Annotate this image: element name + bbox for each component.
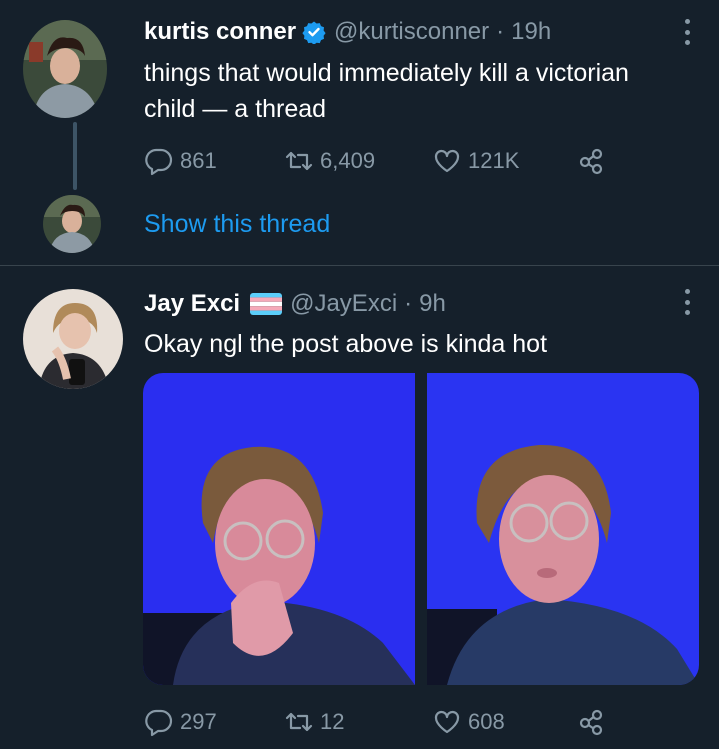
- tweet-divider: [0, 265, 719, 266]
- more-dots-icon[interactable]: [683, 19, 691, 45]
- more-dots-icon[interactable]: [683, 289, 691, 315]
- timestamp[interactable]: 9h: [419, 290, 446, 318]
- heart-icon: [434, 710, 460, 734]
- tweet-text: Okay ngl the post above is kinda hot: [144, 330, 548, 358]
- user-handle[interactable]: @kurtisconner: [334, 18, 489, 46]
- separator-dot: ·: [404, 290, 413, 317]
- timeline: kurtis conner @kurtisconner · 19h things…: [0, 0, 719, 749]
- share-button[interactable]: [576, 707, 606, 737]
- thread-connector-line: [73, 122, 77, 190]
- retweet-count: 12: [320, 709, 345, 734]
- media-photo-1[interactable]: [143, 373, 415, 685]
- retweet-button[interactable]: 6,409: [284, 146, 375, 176]
- display-name[interactable]: kurtis conner: [144, 18, 296, 46]
- reply-count: 297: [180, 709, 217, 734]
- like-count: 121K: [468, 148, 520, 173]
- avatar-kurtis[interactable]: [23, 20, 107, 118]
- avatar-kurtis-small[interactable]: [43, 195, 101, 253]
- retweet-icon: [285, 712, 313, 732]
- reply-count: 861: [180, 148, 217, 173]
- verified-badge-icon: [302, 20, 326, 45]
- reply-button[interactable]: 297: [144, 707, 217, 737]
- show-this-thread-link[interactable]: Show this thread: [144, 210, 330, 239]
- tweet-media[interactable]: [143, 373, 699, 685]
- reply-button[interactable]: 861: [144, 146, 217, 176]
- share-icon: [579, 709, 603, 736]
- tweet-kurtis[interactable]: kurtis conner @kurtisconner · 19h things…: [0, 0, 719, 265]
- timestamp[interactable]: 19h: [511, 18, 551, 46]
- like-button[interactable]: 121K: [432, 146, 519, 176]
- retweet-icon: [285, 151, 313, 171]
- share-button[interactable]: [576, 146, 606, 176]
- like-button[interactable]: 608: [432, 707, 505, 737]
- media-photo-2[interactable]: [427, 373, 699, 685]
- share-icon: [579, 148, 603, 175]
- retweet-count: 6,409: [320, 148, 376, 173]
- tweet-text: things that would immediately kill a vic…: [144, 59, 629, 123]
- separator-dot: ·: [496, 18, 505, 45]
- user-handle[interactable]: @JayExci: [290, 290, 397, 318]
- comment-bubble-icon: [145, 709, 173, 737]
- tweet-header: kurtis conner @kurtisconner · 19h: [144, 17, 551, 47]
- comment-bubble-icon: [145, 148, 173, 176]
- heart-icon: [434, 149, 460, 173]
- like-count: 608: [468, 709, 505, 734]
- tweet-header: Jay Exci @JayExci · 9h: [144, 289, 446, 319]
- display-name[interactable]: Jay Exci: [144, 290, 240, 318]
- avatar-jay[interactable]: [23, 289, 123, 389]
- trans-flag-icon: [250, 293, 283, 315]
- retweet-button[interactable]: 12: [284, 707, 344, 737]
